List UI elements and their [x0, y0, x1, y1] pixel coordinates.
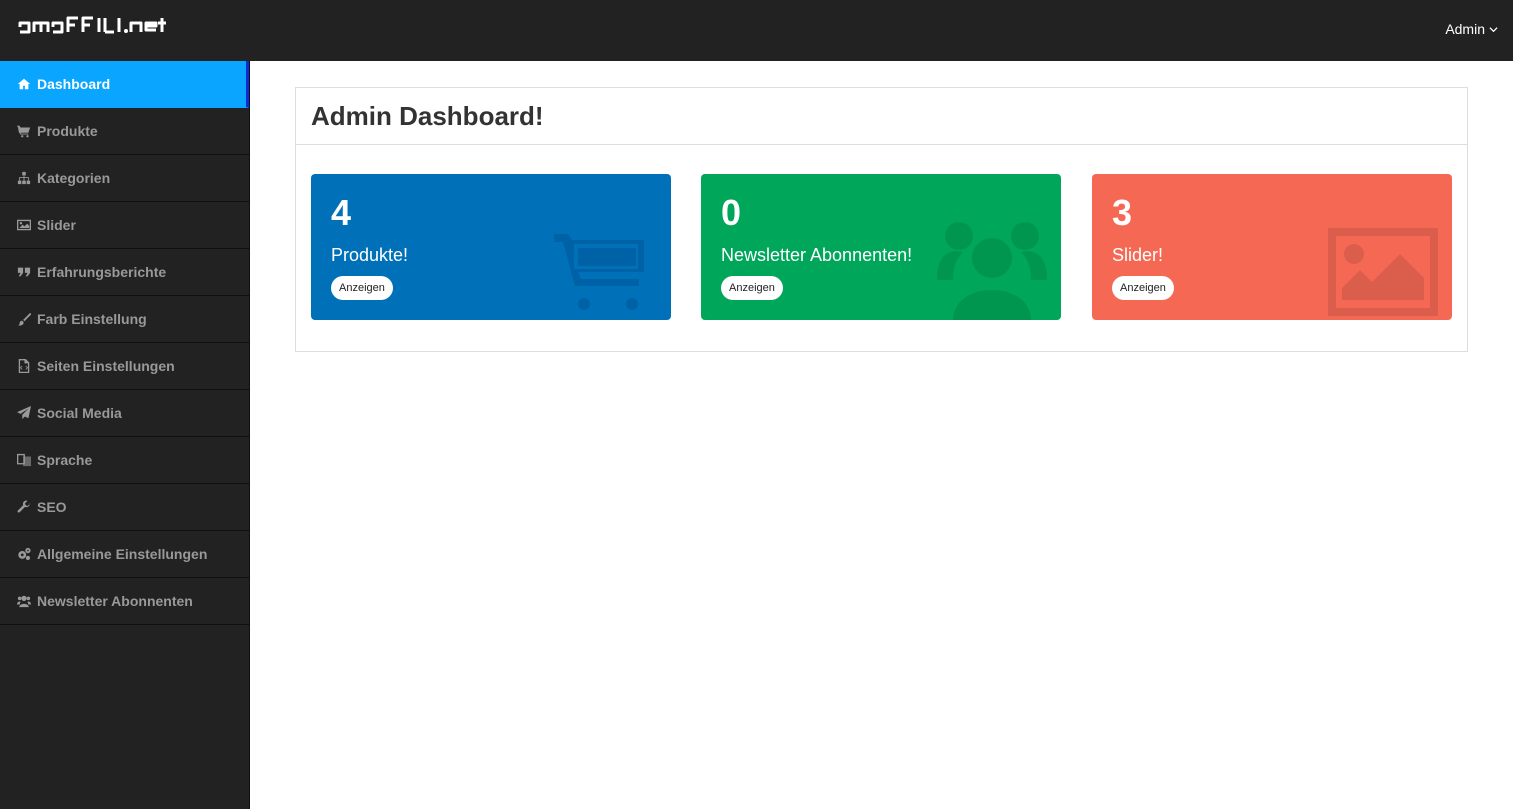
sidebar-item-produkte[interactable]: Produkte [0, 108, 249, 155]
page-title: Admin Dashboard! [311, 101, 544, 131]
sidebar-item-label: Farb Einstellung [37, 311, 147, 327]
cart-icon [554, 234, 644, 310]
image-icon [17, 218, 31, 232]
gears-icon [17, 547, 31, 561]
user-menu-toggle[interactable]: Admin [1445, 21, 1498, 37]
cart-icon [17, 124, 31, 138]
sidebar-item-seo[interactable]: SEO [0, 484, 249, 531]
stat-card-newsletter: 0 Newsletter Abonnenten! Anzeigen [701, 174, 1061, 320]
sidebar-item-allgemeine-einstellungen[interactable]: Allgemeine Einstellungen [0, 531, 249, 578]
stat-count: 0 [721, 192, 742, 233]
sidebar-item-newsletter-abonnenten[interactable]: Newsletter Abonnenten [0, 578, 249, 625]
users-icon [937, 222, 1047, 320]
sidebar-item-label: Seiten Einstellungen [37, 358, 175, 374]
sidebar-item-label: Newsletter Abonnenten [37, 593, 193, 609]
sidebar-item-label: Erfahrungsberichte [37, 264, 167, 280]
sidebar: Dashboard Produkte Kategorien Slider Erf… [0, 61, 250, 809]
quote-icon [17, 265, 31, 279]
users-icon [17, 594, 31, 608]
stat-label: Slider! [1112, 245, 1164, 265]
user-menu-label: Admin [1445, 21, 1485, 37]
language-icon [17, 453, 31, 467]
sidebar-item-slider[interactable]: Slider [0, 202, 249, 249]
view-slider-button[interactable]: Anzeigen [1112, 276, 1174, 300]
file-code-icon [17, 359, 31, 373]
paint-brush-icon [17, 312, 31, 326]
stat-card-slider: 3 Slider! Anzeigen [1092, 174, 1452, 320]
stat-card-produkte: 4 Produkte! Anzeigen [311, 174, 671, 320]
sidebar-item-seiten-einstellungen[interactable]: Seiten Einstellungen [0, 343, 249, 390]
sidebar-item-social-media[interactable]: Social Media [0, 390, 249, 437]
sidebar-item-label: SEO [37, 499, 67, 515]
image-icon [1328, 228, 1438, 316]
brand-logo[interactable] [16, 10, 216, 42]
sidebar-item-kategorien[interactable]: Kategorien [0, 155, 249, 202]
sidebar-item-label: Social Media [37, 405, 122, 421]
stat-label: Produkte! [331, 245, 409, 265]
sidebar-item-label: Allgemeine Einstellungen [37, 546, 208, 562]
paper-plane-icon [17, 406, 31, 420]
sidebar-item-dashboard[interactable]: Dashboard [0, 61, 249, 108]
stat-count: 3 [1112, 192, 1133, 233]
sidebar-item-label: Dashboard [37, 76, 111, 92]
panel-header: Admin Dashboard! [296, 88, 1467, 145]
sidebar-item-erfahrungsberichte[interactable]: Erfahrungsberichte [0, 249, 249, 296]
stat-count: 4 [331, 192, 352, 233]
sidebar-item-label: Produkte [37, 123, 98, 139]
sidebar-item-farb-einstellung[interactable]: Farb Einstellung [0, 296, 249, 343]
top-navbar: Admin [0, 0, 1513, 61]
stat-label: Newsletter Abonnenten! [721, 245, 913, 265]
wrench-icon [17, 500, 31, 514]
view-produkte-button[interactable]: Anzeigen [331, 276, 393, 300]
sitemap-icon [17, 171, 31, 185]
sidebar-item-sprache[interactable]: Sprache [0, 437, 249, 484]
sidebar-item-label: Kategorien [37, 170, 111, 186]
sidebar-item-label: Slider [37, 217, 76, 233]
sidebar-item-label: Sprache [37, 452, 93, 468]
view-newsletter-button[interactable]: Anzeigen [721, 276, 783, 300]
home-icon [17, 77, 31, 91]
chevron-down-icon [1489, 26, 1498, 32]
dashboard-panel: Admin Dashboard! 4 Produkte! Anzeigen 0 … [295, 87, 1468, 352]
